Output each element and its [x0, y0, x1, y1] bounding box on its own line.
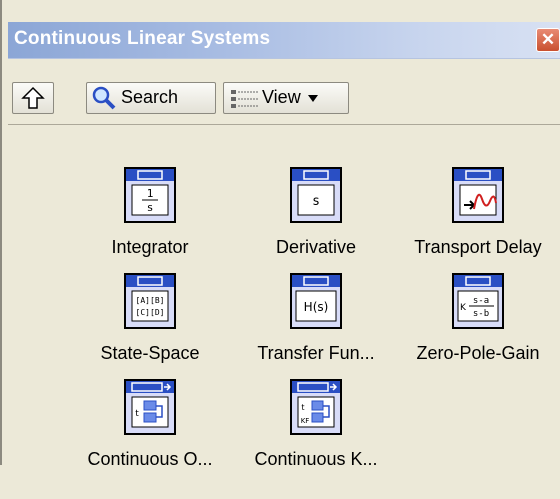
continuous-kalman-icon: t KF	[290, 379, 342, 435]
palette-content: 1 s Integrator s Derivative Transport De…	[8, 124, 560, 488]
window-title: Continuous Linear Systems	[14, 28, 271, 49]
palette-item-continuous-kalman[interactable]: t KF Continuous K...	[226, 379, 406, 499]
zero-pole-gain-glyph-den: s-b	[473, 309, 489, 319]
window-left-border	[0, 0, 2, 465]
palette-item-transfer-function[interactable]: H(s) Transfer Fun...	[226, 273, 406, 393]
state-space-glyph-bottom: [C][D]	[136, 308, 165, 317]
integrator-icon: 1 s	[124, 167, 176, 223]
view-label: View	[262, 87, 301, 107]
zero-pole-gain-glyph-num: s-a	[473, 296, 489, 306]
derivative-glyph: s	[312, 194, 320, 209]
search-label: Search	[121, 87, 179, 107]
palette-item-label: Zero-Pole-Gain	[416, 343, 540, 363]
close-button[interactable]: ✕	[536, 28, 560, 52]
palette-item-derivative[interactable]: s Derivative	[226, 167, 406, 287]
integrator-glyph-num: 1	[147, 187, 154, 200]
state-space-icon: [A][B] [C][D]	[124, 273, 176, 329]
up-arrow-icon	[21, 86, 45, 109]
continuous-kalman-glyph-t: t	[301, 403, 304, 412]
view-list-icon	[231, 90, 258, 108]
search-button[interactable]: Search	[86, 82, 216, 114]
toolbar: Search View	[8, 58, 560, 124]
palette-item-label: Derivative	[275, 237, 357, 257]
continuous-observer-glyph: t	[135, 409, 139, 419]
magnifier-icon	[92, 86, 116, 110]
up-button[interactable]	[12, 82, 54, 114]
derivative-icon: s	[290, 167, 342, 223]
title-bar[interactable]: Continuous Linear Systems ✕	[8, 22, 560, 59]
continuous-kalman-glyph-kf: KF	[301, 417, 310, 425]
palette-item-label: Transport Delay	[414, 237, 542, 257]
transfer-function-icon: H(s)	[290, 273, 342, 329]
palette-item-transport-delay[interactable]: Transport Delay	[388, 167, 560, 287]
palette-item-state-space[interactable]: [A][B] [C][D] State-Space	[60, 273, 240, 393]
palette-item-label: Continuous O...	[87, 449, 213, 469]
palette-window: Continuous Linear Systems ✕ Search View	[8, 22, 560, 488]
view-button[interactable]: View	[223, 82, 349, 114]
integrator-glyph-den: s	[147, 201, 154, 214]
continuous-observer-icon: t	[124, 379, 176, 435]
palette-item-label: Integrator	[111, 237, 189, 257]
palette-item-continuous-observer[interactable]: t Continuous O...	[60, 379, 240, 499]
state-space-glyph-top: [A][B]	[136, 296, 165, 305]
palette-item-label: Transfer Fun...	[257, 343, 375, 363]
triangle-down-icon	[308, 95, 318, 102]
palette-item-integrator[interactable]: 1 s Integrator	[60, 167, 240, 287]
close-icon: ✕	[540, 30, 556, 49]
palette-item-label: State-Space	[100, 343, 200, 363]
transfer-function-glyph: H(s)	[304, 300, 329, 314]
palette-item-zero-pole-gain[interactable]: K s-a s-b Zero-Pole-Gain	[388, 273, 560, 393]
zero-pole-gain-icon: K s-a s-b	[452, 273, 504, 329]
transport-delay-icon	[452, 167, 504, 223]
palette-item-label: Continuous K...	[254, 449, 378, 469]
